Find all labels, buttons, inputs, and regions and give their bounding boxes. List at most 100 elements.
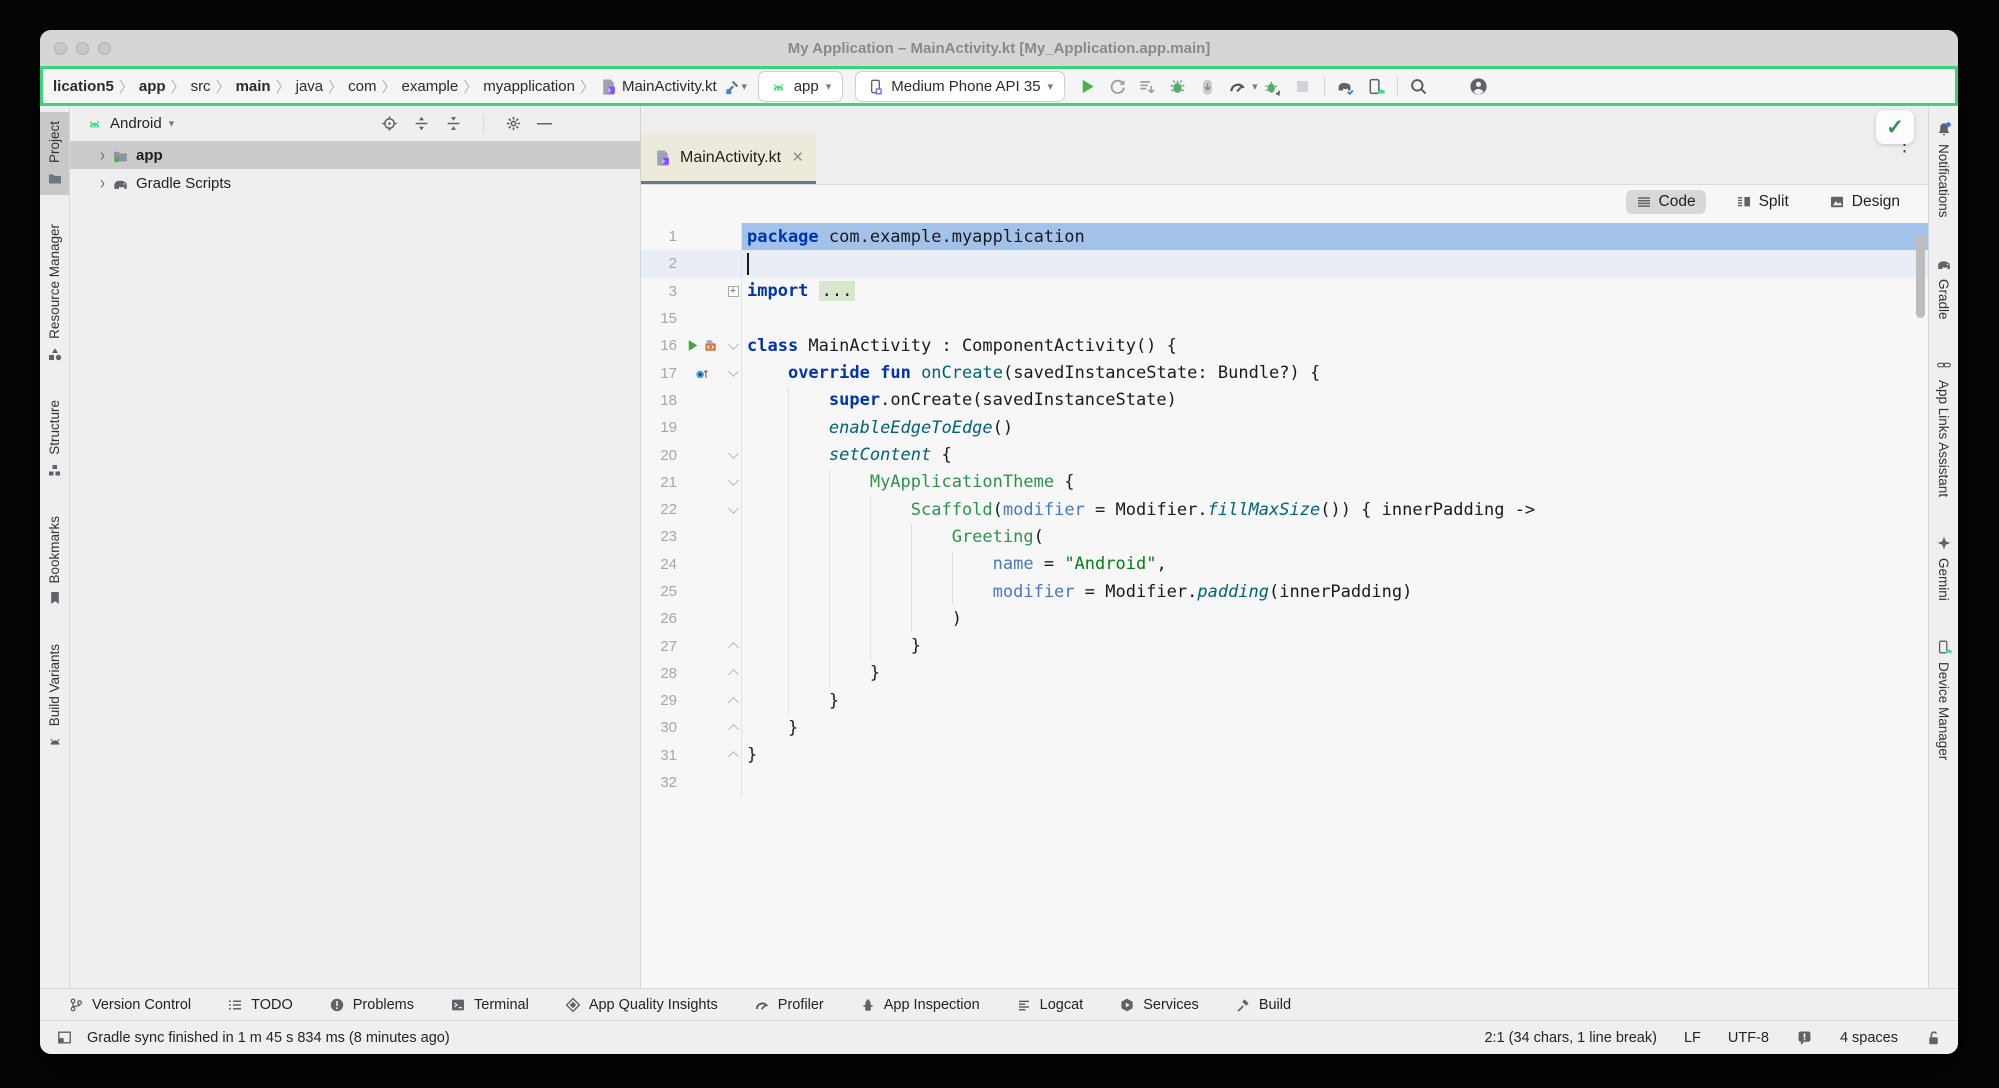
gear-icon[interactable] [505,115,522,132]
device-manager-button[interactable] [1361,73,1391,99]
minimize-window-button[interactable] [76,42,89,55]
tree-item-app[interactable]: ›app [70,141,640,169]
tree-item-gradle-scripts[interactable]: ›Gradle Scripts [70,169,640,197]
tool-window-build[interactable]: Build [1235,997,1291,1013]
mode-code[interactable]: Code [1626,190,1706,214]
attach-debugger-button[interactable] [1192,73,1222,99]
code-text[interactable]: modifier = Modifier.padding(innerPadding… [742,578,1928,605]
code-text[interactable]: super.onCreate(savedInstanceState) [742,387,1928,414]
stripe-tab-bookmarks[interactable]: Bookmarks [40,507,69,616]
fold-marker[interactable] [728,503,739,514]
fold-marker[interactable] [728,448,739,459]
code-text[interactable]: } [742,687,1928,714]
code-text[interactable]: name = "Android", [742,551,1928,578]
mode-design[interactable]: Design [1819,190,1910,214]
fold-marker[interactable] [728,724,739,735]
unlock-icon[interactable] [1925,1029,1942,1046]
code-text[interactable] [742,250,1928,277]
code-text[interactable] [742,769,1928,796]
close-window-button[interactable] [54,42,67,55]
stripe-tab-build-variants[interactable]: Build Variants [40,635,69,758]
stripe-tab-resource-manager[interactable]: Resource Manager [40,215,69,371]
code-text[interactable]: } [742,742,1928,769]
line-ending[interactable]: LF [1684,1030,1701,1046]
fold-marker[interactable] [728,642,739,653]
gradle-sync-button[interactable] [1331,73,1361,99]
breadcrumb-item[interactable]: MainActivity.kt [598,78,719,95]
device-select[interactable]: Medium Phone API 35 ▾ [855,71,1065,102]
debug-button[interactable] [1162,73,1192,99]
tool-window-toggle-icon[interactable] [56,1029,73,1046]
tool-window-todo[interactable]: TODO [227,997,293,1013]
breadcrumb-item[interactable]: myapplication [481,78,577,95]
inspections-widget[interactable]: ✓ [1876,110,1914,144]
tool-window-terminal[interactable]: Terminal [450,997,529,1013]
code-text[interactable]: class MainActivity : ComponentActivity()… [742,332,1928,359]
locate-file-button[interactable] [381,115,398,132]
fold-marker[interactable] [728,751,739,762]
tool-window-app-inspection[interactable]: App Inspection [860,997,980,1013]
breadcrumb-item[interactable]: lication5 [51,78,116,95]
run-configuration-select[interactable]: app ▾ [758,71,844,102]
compose-preview-icon[interactable] [703,338,718,353]
breadcrumb-item[interactable]: src [189,78,213,95]
project-view-selector[interactable]: Android [110,115,162,132]
close-tab-icon[interactable]: × [792,147,803,169]
tool-window-app-quality-insights[interactable]: App Quality Insights [565,997,718,1013]
apply-changes-button[interactable] [1132,73,1162,99]
indent-setting[interactable]: 4 spaces [1840,1030,1898,1046]
event-log-icon[interactable] [1796,1029,1813,1046]
stripe-tab-gemini[interactable]: Gemini [1929,526,1958,610]
stripe-tab-structure[interactable]: Structure [40,391,69,487]
code-text[interactable]: import ... [742,278,1928,305]
code-text[interactable] [742,305,1928,332]
build-menu-button[interactable]: ▾ [721,73,751,99]
account-button[interactable] [1464,73,1494,99]
fold-marker[interactable] [728,366,739,377]
code-editor[interactable]: 1package com.example.myapplication23+imp… [641,219,1928,988]
chevron-down-icon[interactable]: ▾ [169,117,175,130]
breadcrumb-item[interactable]: main [234,78,273,95]
code-text[interactable]: package com.example.myapplication [742,223,1928,250]
hide-panel-button[interactable]: — [537,115,552,132]
breadcrumb-item[interactable]: example [400,78,461,95]
stripe-tab-app-links-assistant[interactable]: App Links Assistant [1929,348,1958,506]
tool-window-problems[interactable]: Problems [329,997,414,1013]
stripe-tab-device-manager[interactable]: Device Manager [1929,630,1958,769]
code-text[interactable]: } [742,660,1928,687]
chevron-right-icon[interactable]: › [100,145,105,165]
code-text[interactable]: Scaffold(modifier = Modifier.fillMaxSize… [742,496,1928,523]
tool-window-version-control[interactable]: Version Control [68,997,191,1013]
code-text[interactable]: ) [742,605,1928,632]
rerun-button[interactable] [1102,73,1132,99]
tab-mainactivity[interactable]: MainActivity.kt × [641,134,816,184]
tool-window-services[interactable]: Services [1119,997,1199,1013]
code-text[interactable]: override fun onCreate(savedInstanceState… [742,359,1928,386]
settings-button[interactable] [1434,73,1464,99]
override-icon[interactable] [694,366,709,381]
breadcrumb-item[interactable]: com [346,78,378,95]
fold-marker[interactable] [728,697,739,708]
chevron-down-icon[interactable]: ▾ [1252,80,1258,93]
caret-position[interactable]: 2:1 (34 chars, 1 line break) [1484,1030,1656,1046]
fold-marker[interactable] [728,669,739,680]
code-text[interactable]: setContent { [742,441,1928,468]
stripe-tab-gradle[interactable]: Gradle [1929,247,1958,329]
code-text[interactable]: MyApplicationTheme { [742,469,1928,496]
editor-scrollbar[interactable] [1916,234,1925,318]
profiler-button[interactable] [1222,73,1252,99]
fold-marker[interactable]: + [728,286,739,297]
expand-all-button[interactable] [413,115,430,132]
collapse-all-button[interactable] [445,115,462,132]
tool-window-profiler[interactable]: Profiler [754,997,824,1013]
mode-split[interactable]: Split [1726,190,1799,214]
chevron-right-icon[interactable]: › [100,173,105,193]
fold-marker[interactable] [728,339,739,350]
stop-button[interactable] [1288,73,1318,99]
profile-bug-button[interactable] [1258,73,1288,99]
zoom-window-button[interactable] [98,42,111,55]
code-text[interactable]: enableEdgeToEdge() [742,414,1928,441]
code-text[interactable]: Greeting( [742,523,1928,550]
code-text[interactable]: } [742,714,1928,741]
stripe-tab-project[interactable]: Project [40,112,69,195]
